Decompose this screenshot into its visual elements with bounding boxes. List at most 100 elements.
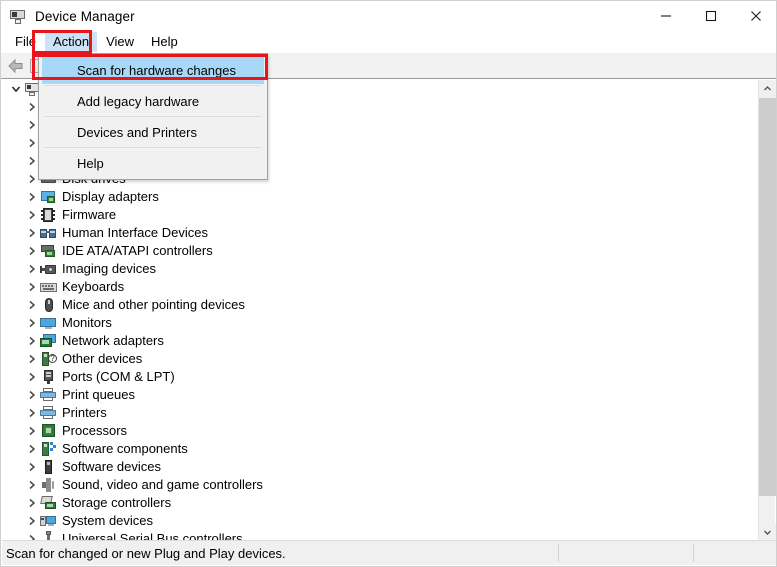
chevron-right-icon[interactable] — [24, 224, 40, 242]
tree-item-keyboards[interactable]: Keyboards — [2, 278, 747, 296]
keyboard-icon — [40, 279, 57, 295]
tree-item-printers[interactable]: Printers — [2, 404, 747, 422]
tree-item-ports-com-lpt[interactable]: Ports (COM & LPT) — [2, 368, 747, 386]
chevron-down-icon[interactable] — [8, 80, 24, 98]
mouse-icon — [40, 297, 57, 313]
chevron-right-icon[interactable] — [24, 494, 40, 512]
tree-item-firmware[interactable]: Firmware — [2, 206, 747, 224]
tree-item-sound-video-and-game-controllers[interactable]: Sound, video and game controllers — [2, 476, 747, 494]
chevron-right-icon[interactable] — [24, 260, 40, 278]
software-device-icon — [40, 459, 57, 475]
printer-icon — [40, 387, 57, 403]
chevron-right-icon[interactable] — [24, 476, 40, 494]
network-adapter-icon — [40, 333, 57, 349]
menu-option-add-legacy-hardware[interactable]: Add legacy hardware — [39, 87, 267, 115]
tree-item-mice-and-other-pointing-devices[interactable]: Mice and other pointing devices — [2, 296, 747, 314]
tree-item-label: Monitors — [62, 315, 112, 330]
status-message: Scan for changed or new Plug and Play de… — [6, 545, 286, 561]
tree-item-imaging-devices[interactable]: Imaging devices — [2, 260, 747, 278]
chevron-right-icon[interactable] — [24, 512, 40, 530]
processor-icon — [40, 423, 57, 439]
chevron-right-icon[interactable] — [24, 332, 40, 350]
chevron-right-icon[interactable] — [24, 278, 40, 296]
tree-item-label: Imaging devices — [62, 261, 156, 276]
ide-controller-icon — [40, 243, 57, 259]
minimize-icon[interactable] — [643, 1, 688, 31]
back-arrow-icon[interactable] — [5, 56, 27, 76]
maximize-icon[interactable] — [688, 1, 733, 31]
tree-item-display-adapters[interactable]: Display adapters — [2, 188, 747, 206]
tree-item-label: Firmware — [62, 207, 117, 222]
chevron-right-icon[interactable] — [24, 440, 40, 458]
display-adapter-icon — [40, 189, 57, 205]
tree-item-other-devices[interactable]: ? Other devices — [2, 350, 747, 368]
other-device-icon: ? — [40, 351, 57, 367]
tree-item-system-devices[interactable]: System devices — [2, 512, 747, 530]
menu-option-devices-and-printers[interactable]: Devices and Printers — [39, 118, 267, 146]
menu-separator — [45, 116, 261, 117]
scrollbar-thumb[interactable] — [759, 98, 776, 496]
menu-item-action[interactable]: Action — [44, 32, 98, 52]
menu-separator — [45, 147, 261, 148]
menu-item-file[interactable]: File — [7, 32, 44, 52]
tree-item-monitors[interactable]: Monitors — [2, 314, 747, 332]
tree-item-software-components[interactable]: Software components — [2, 440, 747, 458]
window-controls — [643, 1, 776, 31]
tree-item-label: Print queues — [62, 387, 135, 402]
printer-icon — [40, 405, 57, 421]
tree-item-label: Storage controllers — [62, 495, 172, 510]
tree-item-label: Printers — [62, 405, 107, 420]
storage-controller-icon — [40, 495, 57, 511]
menu-item-view[interactable]: View — [98, 32, 142, 52]
tree-item-ide-ata-atapi-controllers[interactable]: IDE ATA/ATAPI controllers — [2, 242, 747, 260]
port-icon — [40, 369, 57, 385]
tree-item-storage-controllers[interactable]: Storage controllers — [2, 494, 747, 512]
tree-item-label: System devices — [62, 513, 154, 528]
status-cell-3 — [694, 541, 776, 566]
tree-item-label: Processors — [62, 423, 128, 438]
imaging-device-icon — [40, 261, 57, 277]
tree-item-print-queues[interactable]: Print queues — [2, 386, 747, 404]
tree-item-label: Software devices — [62, 459, 161, 474]
chevron-right-icon[interactable] — [24, 296, 40, 314]
tree-item-label: Network adapters — [62, 333, 164, 348]
system-device-icon — [40, 513, 57, 529]
tree-item-label: Other devices — [62, 351, 143, 366]
tree-item-network-adapters[interactable]: Network adapters — [2, 332, 747, 350]
tree-item-label: Ports (COM & LPT) — [62, 369, 175, 384]
chevron-right-icon[interactable] — [24, 188, 40, 206]
sound-icon — [40, 477, 57, 493]
chevron-right-icon[interactable] — [24, 422, 40, 440]
window-title: Device Manager — [35, 8, 135, 24]
chevron-right-icon[interactable] — [24, 404, 40, 422]
device-manager-icon — [10, 8, 26, 24]
menu-option-help[interactable]: Help — [39, 149, 267, 177]
menu-separator — [45, 85, 261, 86]
hid-icon — [40, 225, 57, 241]
firmware-icon — [40, 207, 57, 223]
tree-item-software-devices[interactable]: Software devices — [2, 458, 747, 476]
chevron-right-icon[interactable] — [24, 314, 40, 332]
tree-item-label: Display adapters — [62, 189, 159, 204]
status-cell-2 — [559, 541, 693, 566]
chevron-right-icon[interactable] — [24, 350, 40, 368]
chevron-right-icon[interactable] — [24, 458, 40, 476]
monitor-icon — [40, 315, 57, 331]
menu-item-help[interactable]: Help — [143, 32, 186, 52]
chevron-right-icon[interactable] — [24, 206, 40, 224]
scroll-down-icon[interactable] — [759, 524, 776, 541]
chevron-right-icon[interactable] — [24, 242, 40, 260]
tree-item-processors[interactable]: Processors — [2, 422, 747, 440]
chevron-right-icon[interactable] — [24, 368, 40, 386]
menu-option-scan-for-hardware-changes[interactable]: Scan for hardware changes — [42, 56, 264, 84]
vertical-scrollbar[interactable] — [758, 80, 776, 541]
tree-item-label: Mice and other pointing devices — [62, 297, 245, 312]
status-bar: Scan for changed or new Plug and Play de… — [2, 540, 776, 566]
menu-bar: File Action View Help — [1, 31, 776, 53]
action-dropdown-menu[interactable]: Scan for hardware changes Add legacy har… — [38, 53, 268, 180]
tree-item-label: IDE ATA/ATAPI controllers — [62, 243, 213, 258]
close-icon[interactable] — [733, 1, 776, 31]
tree-item-human-interface-devices[interactable]: Human Interface Devices — [2, 224, 747, 242]
chevron-right-icon[interactable] — [24, 386, 40, 404]
scroll-up-icon[interactable] — [759, 80, 776, 97]
